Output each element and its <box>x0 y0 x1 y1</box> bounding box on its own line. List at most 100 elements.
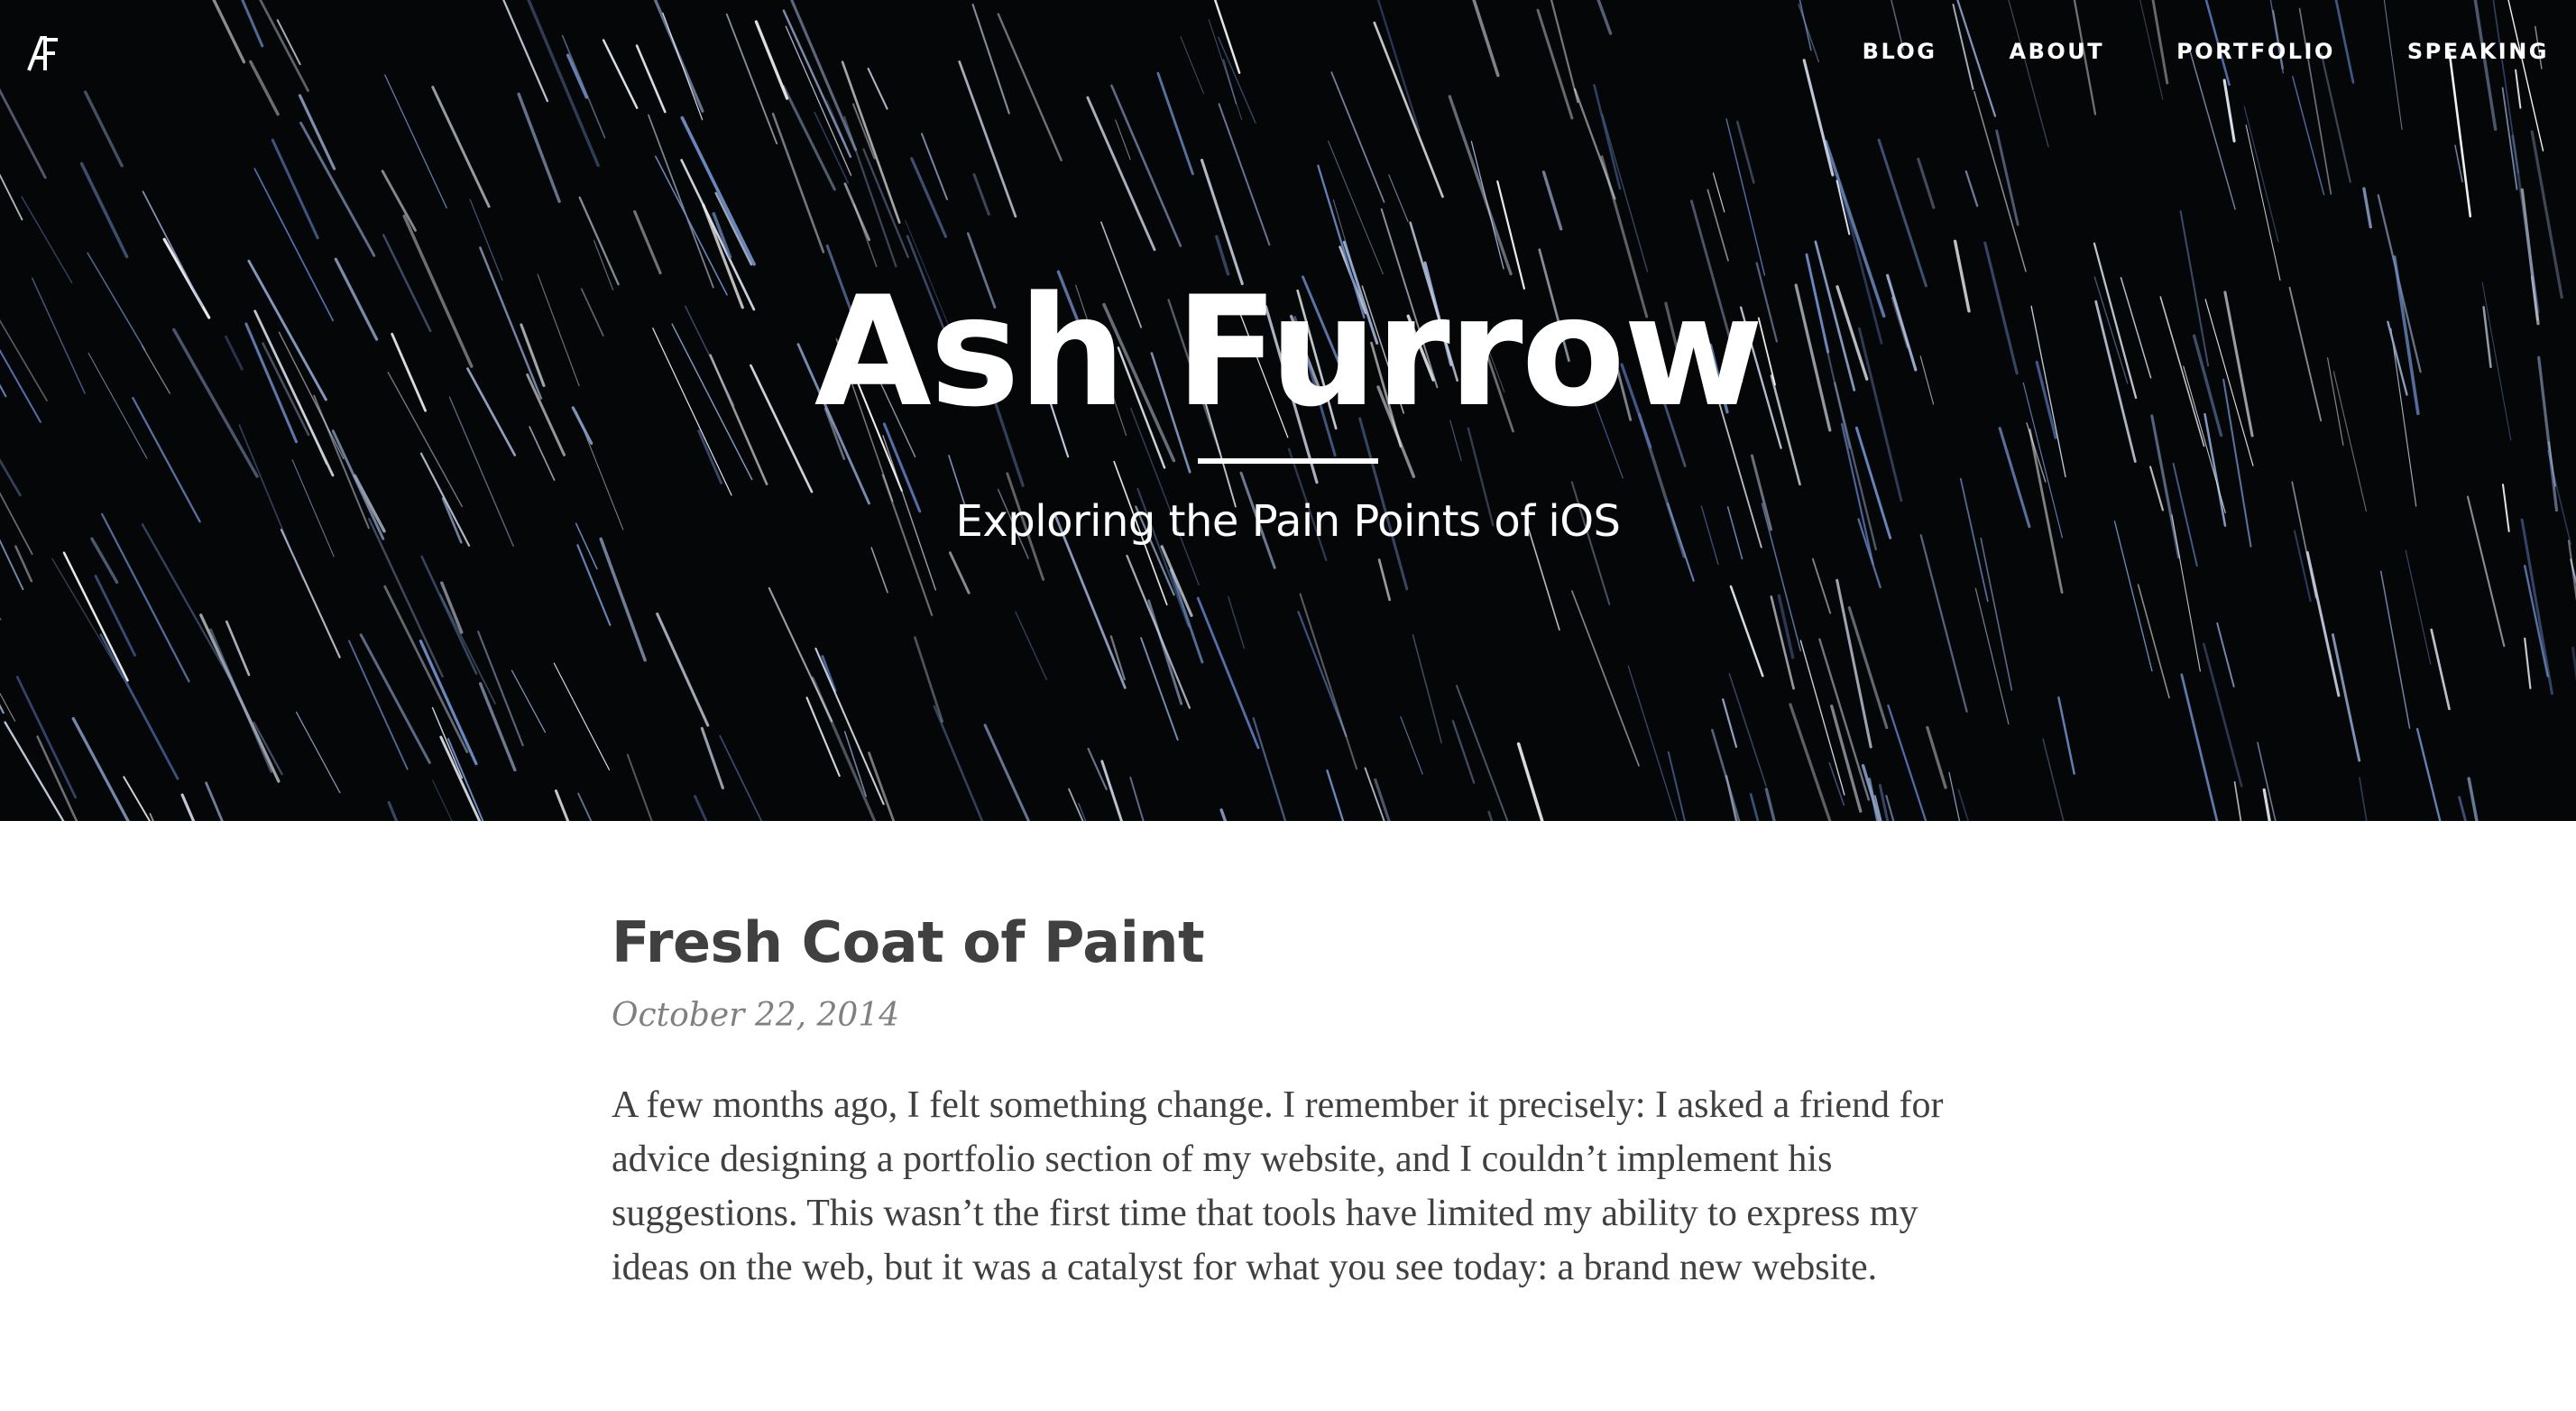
star-trail <box>1957 788 1970 821</box>
star-trail <box>1799 640 1845 796</box>
nav-speaking[interactable]: SPEAKING <box>2407 39 2549 64</box>
post-content: Fresh Coat of Paint October 22, 2014 A f… <box>612 907 1964 1333</box>
star-trail <box>814 647 885 806</box>
star-trail <box>1811 558 1832 614</box>
star-trail <box>1180 36 1205 95</box>
star-trail <box>983 724 1030 821</box>
star-trail <box>71 716 130 821</box>
star-trail <box>2448 51 2472 217</box>
star-trail <box>439 594 496 705</box>
star-trail <box>2379 570 2411 729</box>
star-trail <box>1228 595 1246 650</box>
star-trail <box>1147 599 1183 706</box>
star-trail <box>2515 69 2522 109</box>
star-trail <box>1129 776 1145 821</box>
star-trail <box>553 662 611 770</box>
star-trail <box>1140 637 1179 741</box>
star-trail <box>431 706 464 779</box>
post-title-link[interactable]: Fresh Coat of Paint <box>612 909 1205 975</box>
site-title-block: Ash Furrow Exploring the Pain Points of … <box>0 262 2576 549</box>
star-trail <box>972 172 990 217</box>
star-trail <box>2180 673 2219 821</box>
star-trail <box>1878 783 1890 821</box>
star-trail <box>577 792 593 821</box>
star-trail <box>271 138 319 240</box>
star-trail <box>868 752 896 821</box>
star-trail <box>1299 593 1358 770</box>
star-trail <box>1712 172 1725 213</box>
star-trail <box>36 735 78 821</box>
star-trail <box>1219 808 1228 821</box>
star-trail <box>1861 763 1881 821</box>
star-trail <box>700 726 724 789</box>
star-trail <box>2405 549 2432 665</box>
star-trail <box>62 551 129 682</box>
star-trail <box>1601 114 1649 272</box>
star-trail <box>914 636 944 723</box>
star-trail <box>2216 622 2235 687</box>
star-trail <box>754 20 789 100</box>
star-trail <box>653 0 704 113</box>
star-trail <box>212 0 246 64</box>
star-trail <box>420 555 478 675</box>
post-body-paragraph: A few months ago, I felt something chang… <box>612 1084 1944 1288</box>
star-trail <box>1707 189 1729 262</box>
nav-about[interactable]: ABOUT <box>2010 39 2105 64</box>
star-trail <box>1252 717 1287 821</box>
home-logo-link[interactable] <box>27 36 60 72</box>
star-trail <box>1472 0 1500 78</box>
af-monogram-icon <box>27 36 58 71</box>
star-trail <box>2362 187 2372 229</box>
star-trail <box>276 19 301 66</box>
star-trail <box>241 0 264 48</box>
star-trail <box>771 112 825 254</box>
star-trail <box>2467 777 2479 821</box>
star-trail <box>1487 810 1494 821</box>
star-trail <box>1974 587 2010 725</box>
star-trail <box>1627 665 1678 821</box>
star-trail <box>149 813 154 821</box>
star-trail <box>1456 685 1509 821</box>
star-trail <box>1078 803 1087 821</box>
star-trail <box>1160 545 1193 617</box>
star-trail <box>566 53 589 99</box>
star-trail <box>2222 78 2236 143</box>
post-title[interactable]: Fresh Coat of Paint <box>612 907 1964 979</box>
star-trail <box>910 157 948 238</box>
star-trail <box>2524 637 2532 689</box>
page: BLOG ABOUT PORTFOLIO SPEAKING Ash Furrow… <box>0 0 2576 1411</box>
star-trail <box>205 781 224 821</box>
star-trail <box>1015 611 1047 680</box>
star-trail <box>1326 769 1345 821</box>
star-trail <box>867 68 888 110</box>
star-trail <box>2057 696 2075 775</box>
star-trail <box>853 203 878 268</box>
star-trail <box>1448 95 1513 276</box>
star-trail <box>1218 36 1256 124</box>
star-trail <box>694 795 708 821</box>
star-trail <box>719 734 763 821</box>
star-trail <box>1373 21 1444 198</box>
star-trail <box>1571 590 1640 767</box>
star-trail <box>1451 720 1476 784</box>
nav-portfolio[interactable]: PORTFOLIO <box>2176 39 2335 64</box>
star-trail <box>2305 550 2341 697</box>
star-trail <box>599 537 647 662</box>
star-trail <box>2137 584 2170 699</box>
star-trail <box>602 39 639 109</box>
star-trail <box>1919 534 1968 713</box>
star-trail <box>1330 71 1385 203</box>
star-trail <box>1802 59 1835 177</box>
star-trail <box>2415 727 2442 821</box>
nav-blog[interactable]: BLOG <box>1863 39 1937 64</box>
star-trail <box>1777 594 1795 659</box>
star-trail <box>1917 157 1936 209</box>
star-trail <box>2008 0 2049 148</box>
star-trail <box>1388 174 1409 223</box>
star-trail <box>1364 767 1385 821</box>
star-trail <box>782 9 852 158</box>
star-trail <box>790 0 858 152</box>
star-trail <box>1964 170 1979 208</box>
star-trail <box>15 676 78 799</box>
star-trail <box>1516 742 1544 821</box>
